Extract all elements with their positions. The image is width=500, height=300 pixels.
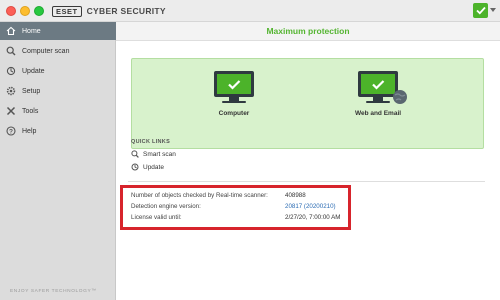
computer-protection-tile[interactable]: Computer <box>194 71 274 117</box>
minimize-window-button[interactable] <box>20 6 30 16</box>
info-label-engine-version: Detection engine version: <box>131 203 201 210</box>
info-label-license: License valid until: <box>131 214 182 221</box>
monitor-check-globe-icon <box>358 71 407 104</box>
magnifier-icon <box>6 46 16 56</box>
globe-icon <box>393 90 407 104</box>
app-logo: ESET CYBER SECURITY <box>52 5 166 17</box>
refresh-icon <box>131 163 139 171</box>
main-panel: Maximum protection Computer Web and Emai… <box>116 22 500 300</box>
quick-links-heading: QUICK LINKS <box>131 139 171 145</box>
sidebar-item-update[interactable]: Update <box>0 62 116 80</box>
tools-icon <box>6 106 16 116</box>
engine-version-link[interactable]: 20817 (20200210) <box>285 202 336 212</box>
sidebar-item-computer-scan[interactable]: Computer scan <box>0 42 116 60</box>
protection-status-button[interactable] <box>473 3 488 18</box>
sidebar-item-setup[interactable]: Setup <box>0 82 116 100</box>
protection-label: Computer <box>218 110 250 117</box>
sidebar-item-label: Help <box>22 127 37 135</box>
close-window-button[interactable] <box>6 6 16 16</box>
sidebar-slogan: ENJOY SAFER TECHNOLOGY™ <box>10 289 97 294</box>
protection-status-panel: Computer Web and Email <box>131 58 484 149</box>
check-icon <box>475 6 486 15</box>
info-label-objects-checked: Number of objects checked by Real-time s… <box>131 192 268 199</box>
svg-text:?: ? <box>9 128 13 135</box>
sidebar-item-tools[interactable]: Tools <box>0 102 116 120</box>
home-icon <box>6 26 16 36</box>
sidebar-item-help[interactable]: ? Help <box>0 122 116 140</box>
web-email-protection-tile[interactable]: Web and Email <box>338 71 418 117</box>
gear-icon <box>6 86 16 96</box>
sidebar-item-label: Tools <box>22 107 39 115</box>
section-divider <box>128 181 485 182</box>
scan-icon <box>131 150 139 158</box>
sidebar: Home Computer scan Update Setup Tools ? … <box>0 22 116 300</box>
quick-link-smart-scan[interactable]: Smart scan <box>131 149 176 159</box>
app-name: CYBER SECURITY <box>86 6 166 16</box>
quick-link-label: Smart scan <box>143 150 176 158</box>
sidebar-item-label: Setup <box>22 87 41 95</box>
info-value-license: 2/27/20, 7:00:00 AM <box>285 214 341 221</box>
eset-logo-mark: ESET <box>52 5 82 17</box>
sidebar-item-label: Computer scan <box>22 47 70 55</box>
quick-link-update[interactable]: Update <box>131 162 164 172</box>
monitor-check-icon <box>214 71 254 97</box>
title-bar: ESET CYBER SECURITY <box>0 0 500 22</box>
chevron-down-icon[interactable] <box>490 8 496 12</box>
sidebar-item-label: Home <box>22 27 41 35</box>
refresh-icon <box>6 66 16 76</box>
protection-label: Web and Email <box>354 110 402 117</box>
info-value-objects-checked: 408988 <box>285 192 306 199</box>
sidebar-item-home[interactable]: Home <box>0 22 116 40</box>
sidebar-item-label: Update <box>22 67 45 75</box>
help-icon: ? <box>6 126 16 136</box>
zoom-window-button[interactable] <box>34 6 44 16</box>
quick-link-label: Update <box>143 163 164 171</box>
page-title: Maximum protection <box>116 22 500 41</box>
